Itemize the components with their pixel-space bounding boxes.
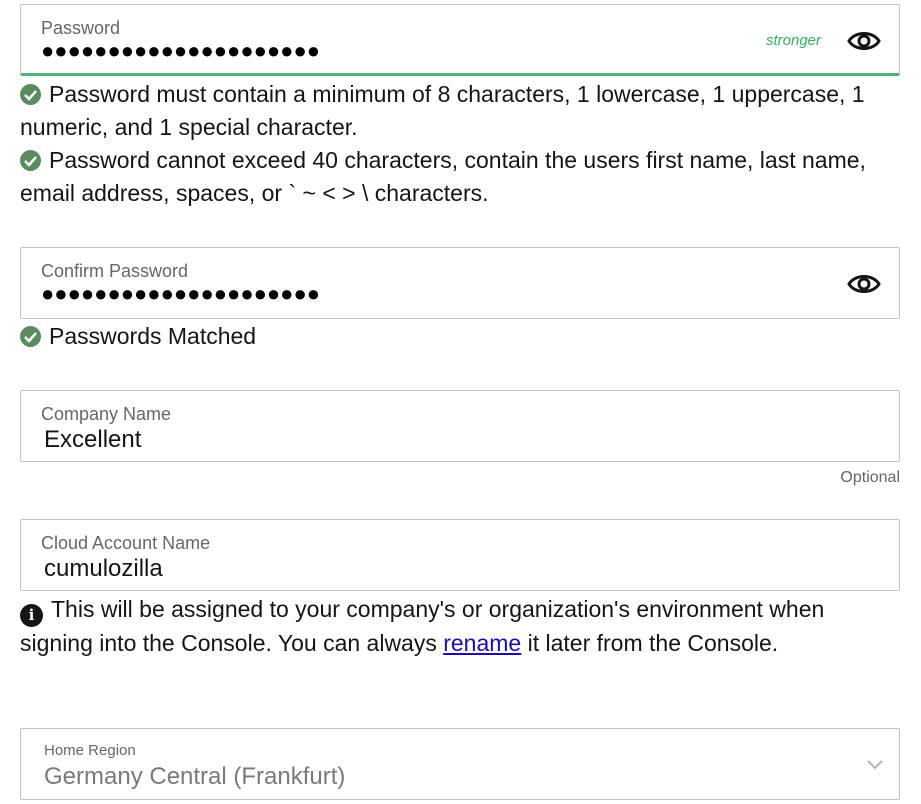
check-circle-icon — [20, 84, 41, 105]
confirm-password-input[interactable]: ●●●●●●●●●●●●●●●●●●●●● — [41, 282, 320, 306]
cloud-account-name-label: Cloud Account Name — [41, 533, 211, 553]
cloud-account-name-input[interactable]: cumulozilla — [44, 555, 163, 583]
home-region-select[interactable]: Home Region Germany Central (Frankfurt) — [20, 728, 900, 800]
eye-icon[interactable] — [847, 270, 881, 298]
home-region-label: Home Region — [44, 742, 136, 759]
password-label: Password — [41, 18, 121, 38]
company-name-label: Company Name — [41, 404, 172, 424]
home-region-value: Germany Central (Frankfurt) — [44, 763, 346, 790]
check-circle-icon — [20, 150, 41, 171]
company-name-input[interactable]: Excellent — [44, 426, 141, 454]
check-circle-icon — [20, 326, 41, 347]
rename-link[interactable]: rename — [443, 630, 521, 656]
password-strength: stronger — [765, 32, 821, 49]
password-field[interactable]: Password ●●●●●●●●●●●●●●●●●●●●● stronger — [20, 4, 900, 76]
password-rule-2: Password cannot exceed 40 characters, co… — [20, 147, 866, 206]
password-input[interactable]: ●●●●●●●●●●●●●●●●●●●●● — [41, 39, 320, 63]
chevron-down-icon[interactable] — [866, 757, 884, 775]
cloud-account-name-field[interactable]: Cloud Account Name cumulozilla — [20, 519, 900, 591]
optional-hint: Optional — [840, 469, 900, 486]
eye-icon[interactable] — [847, 27, 881, 55]
cloud-account-info: i This will be assigned to your company's… — [20, 596, 825, 656]
company-name-field[interactable]: Company Name Excellent — [20, 390, 900, 462]
confirm-password-label: Confirm Password — [41, 261, 189, 281]
passwords-matched-status: Passwords Matched — [20, 320, 900, 353]
confirm-password-field[interactable]: Confirm Password ●●●●●●●●●●●●●●●●●●●●● — [20, 247, 900, 319]
password-rule-1: Password must contain a minimum of 8 cha… — [20, 81, 865, 140]
info-icon: i — [20, 604, 43, 627]
